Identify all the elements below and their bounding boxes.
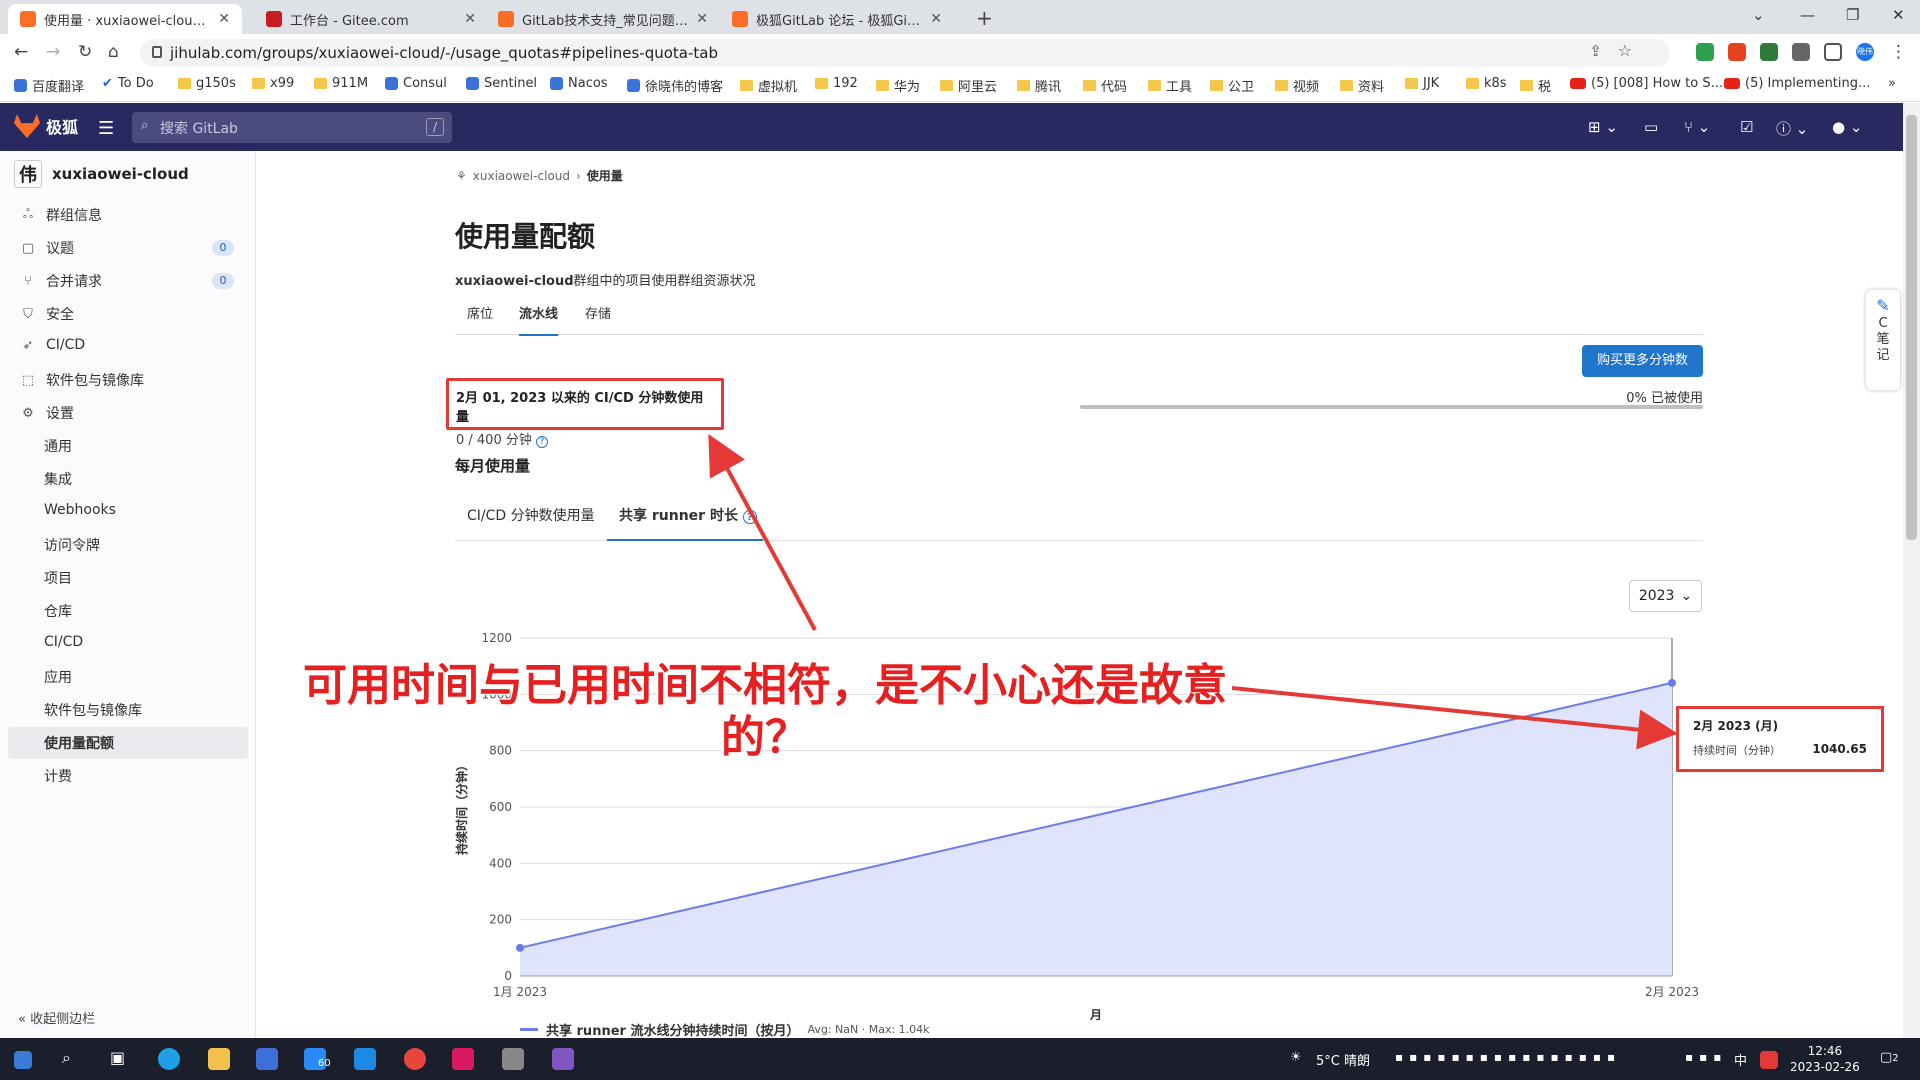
weather-icon[interactable]: ☀	[1290, 1050, 1302, 1065]
annotation-text: 可用时间与已用时间不相符，是不小心还是故意的？	[302, 659, 1228, 764]
app-icon[interactable]	[502, 1048, 524, 1070]
chrome-icon[interactable]	[404, 1048, 426, 1070]
clock-date: 2023-02-26	[1790, 1060, 1860, 1074]
clock-time: 12:46	[1807, 1044, 1843, 1058]
side-note-label: C笔记	[1876, 316, 1890, 363]
jetbrains-icon[interactable]	[452, 1048, 474, 1070]
arrow-to-quota	[708, 433, 817, 631]
screenshot-app-icon[interactable]	[552, 1048, 574, 1070]
scrollbar-thumb[interactable]	[1906, 115, 1917, 540]
arrow-to-tooltip	[1231, 686, 1678, 750]
ime-indicator[interactable]: 中	[1734, 1050, 1747, 1069]
notification-icon[interactable]: ▢2	[1880, 1050, 1899, 1065]
store-icon[interactable]	[256, 1048, 278, 1070]
annotation-arrows	[708, 433, 1678, 750]
task-view-icon[interactable]: ▣	[110, 1048, 125, 1067]
weather-text[interactable]: 5°C 晴朗	[1316, 1050, 1370, 1069]
edge-icon[interactable]	[158, 1048, 180, 1070]
tray-icons[interactable]: ▪▪▪▪▪▪▪▪▪▪▪▪▪▪▪▪	[1395, 1050, 1621, 1064]
todo-app-icon[interactable]: 60	[304, 1048, 331, 1070]
notification-count: 2	[1892, 1053, 1899, 1064]
file-explorer-icon[interactable]	[208, 1048, 230, 1070]
mail-icon[interactable]	[354, 1048, 376, 1070]
taskbar-clock[interactable]: 12:46 2023-02-26	[1790, 1043, 1860, 1075]
side-note-widget[interactable]: ✎ C笔记	[1866, 290, 1900, 390]
todo-badge: 60	[318, 1058, 331, 1069]
windows-taskbar	[0, 1038, 1920, 1080]
network-volume-icons[interactable]: ▪▪▪	[1685, 1050, 1727, 1064]
note-icon: ✎	[1876, 296, 1890, 315]
tray-app-icon[interactable]	[1760, 1051, 1778, 1069]
taskbar-search-icon[interactable]: ⌕	[62, 1048, 71, 1068]
windows-start-icon[interactable]	[14, 1051, 32, 1069]
